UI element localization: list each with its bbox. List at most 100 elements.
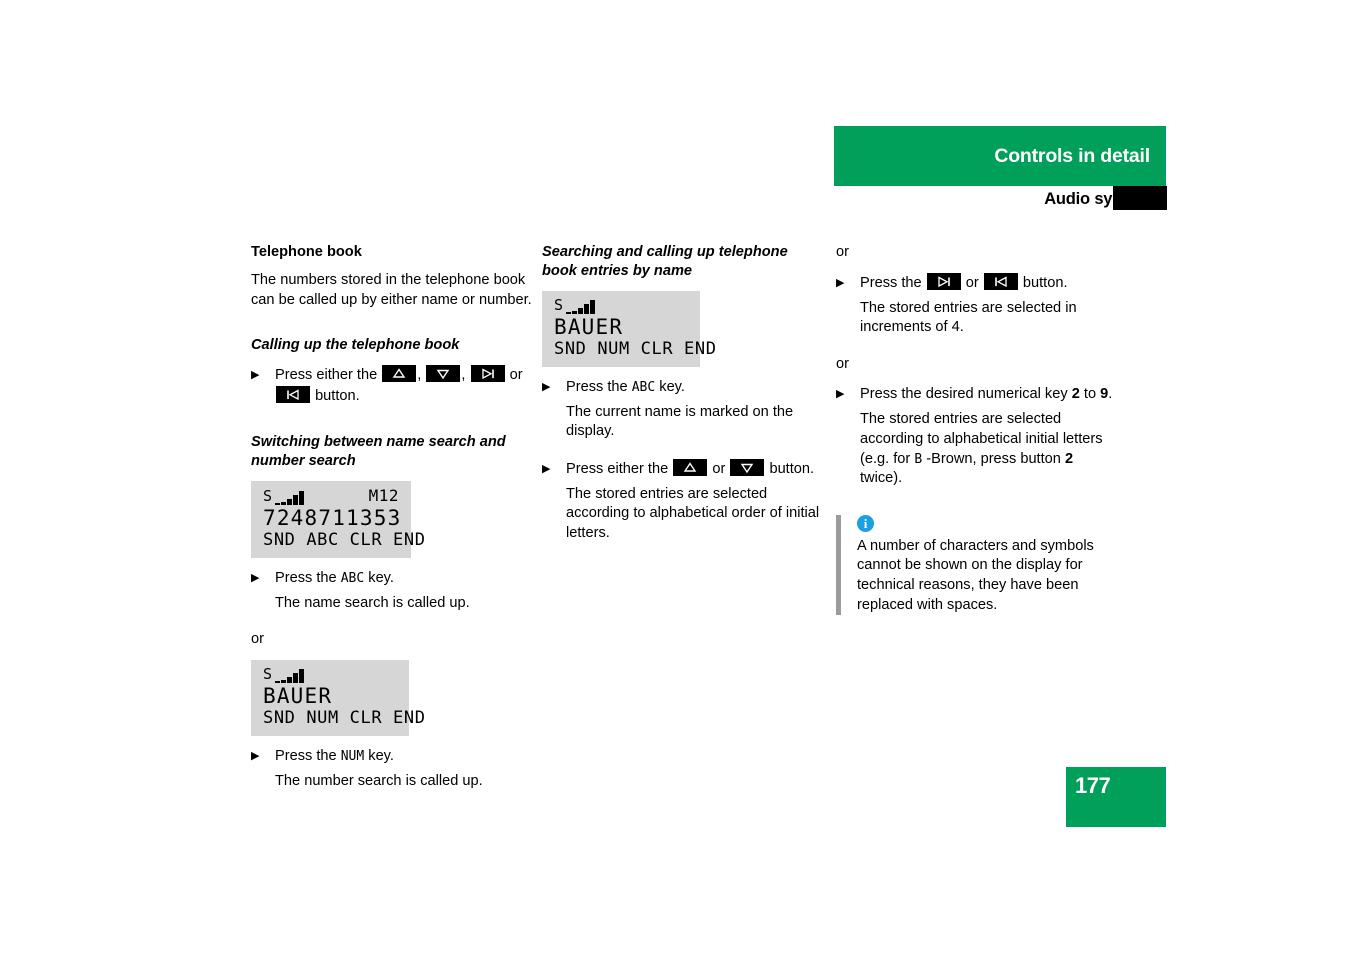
step-text-post: key. xyxy=(659,378,685,395)
info-note: i A number of characters and symbols can… xyxy=(836,514,1118,616)
step-press-abc-key: ▶ Press the ABC key. xyxy=(542,377,824,398)
step-text-pre: Press either the xyxy=(566,460,669,477)
down-arrow-button-icon[interactable] xyxy=(426,365,461,383)
num-key-label: NUM xyxy=(340,748,365,764)
up-arrow-button-icon[interactable] xyxy=(382,365,417,383)
numeric-key-two: 2 xyxy=(1064,450,1074,467)
step-text-post: key. xyxy=(368,569,394,586)
step-text: Press either the , , or button. xyxy=(275,365,533,407)
section-title-telephone-book: Telephone book xyxy=(251,244,362,260)
letter-b-lcd-label: B xyxy=(914,451,923,467)
down-arrow-button-icon[interactable] xyxy=(730,458,765,476)
numeric-key-from: 2 xyxy=(1071,386,1080,403)
header-subtitle-row: Audio system xyxy=(834,186,1167,212)
result-text-part3: twice). xyxy=(860,470,903,487)
subsection-switching-name-number-search: Switching between name search and number… xyxy=(251,434,506,470)
lcd-softkey-row: SND NUM CLR END xyxy=(554,338,717,359)
step-text: Press the NUM key. xyxy=(275,746,533,767)
lcd-status-row: S xyxy=(263,666,397,683)
note-body: i A number of characters and symbols can… xyxy=(857,514,1118,615)
step-text-post: button. xyxy=(769,460,815,477)
skip-forward-button-icon[interactable] xyxy=(926,272,961,290)
result-increments-of-four: The stored entries are selected in incre… xyxy=(860,299,1077,336)
lcd-softkey-row: SND NUM CLR END xyxy=(263,707,426,728)
comma-2: , xyxy=(461,367,466,384)
step-text-pre: Press either the xyxy=(275,367,378,384)
page-header: Controls in detail Audio system xyxy=(834,126,1167,212)
bullet-arrow-icon: ▶ xyxy=(542,380,551,393)
step-text: Press the or button. xyxy=(860,272,1118,294)
telephone-book-intro: The numbers stored in the telephone book… xyxy=(251,272,532,308)
step-text-pre: Press the desired numerical key xyxy=(860,386,1068,403)
step-text: Press either the or button. xyxy=(566,458,824,480)
signal-strength-icon: S xyxy=(263,488,304,505)
result-name-search: The name search is called up. xyxy=(275,594,470,611)
lcd-number-value: 7248711353 xyxy=(263,505,402,530)
lcd-memory-label: M12 xyxy=(368,486,399,506)
step-text-pre: Press the xyxy=(566,378,628,395)
column-right: or ▶ Press the or button. The stored ent… xyxy=(836,243,1118,616)
step-text: Press the ABC key. xyxy=(275,568,533,589)
skip-back-button-icon[interactable] xyxy=(276,386,310,404)
column-left: Telephone book The numbers stored in the… xyxy=(251,243,533,791)
lcd-display-number-search: S M12 7248711353 SND ABC CLR END xyxy=(251,481,426,558)
lcd-display-name-entry: S BAUER SND NUM CLR END xyxy=(542,291,717,367)
bullet-arrow-icon: ▶ xyxy=(251,749,260,762)
step-text-post: key. xyxy=(368,747,394,764)
subsection-searching-by-name: Searching and calling up telephone book … xyxy=(542,244,788,279)
bullet-arrow-icon: ▶ xyxy=(542,462,551,475)
or-separator-2: or xyxy=(836,355,849,372)
skip-back-button-icon[interactable] xyxy=(983,272,1018,290)
step-text-or: or xyxy=(965,274,979,291)
or-separator-1: or xyxy=(836,244,849,260)
step-text-post: button. xyxy=(315,388,360,405)
step-press-up-down: ▶ Press either the or button. xyxy=(542,458,824,480)
result-current-name-marked: The current name is marked on the displa… xyxy=(566,403,794,440)
comma-1: , xyxy=(417,367,422,384)
skip-forward-button-icon[interactable] xyxy=(470,365,505,383)
signal-strength-icon: S xyxy=(554,297,595,314)
step-text-post: button. xyxy=(1022,274,1068,291)
step-text-or: or xyxy=(712,460,726,477)
subsection-calling-up-telephone-book: Calling up the telephone book xyxy=(251,337,460,354)
bullet-arrow-icon: ▶ xyxy=(836,388,845,401)
step-text-pre: Press the xyxy=(275,747,337,764)
abc-key-label: ABC xyxy=(631,379,656,395)
or-separator-1: or xyxy=(251,631,264,648)
step-text-to: to xyxy=(1083,386,1097,403)
step-text-period: . xyxy=(1108,386,1113,403)
result-alphabetical-order: The stored entries are selected accordin… xyxy=(566,485,820,542)
lcd-status-row: S M12 xyxy=(263,486,399,506)
step-text: Press the desired numerical key 2 to 9. xyxy=(860,384,1118,405)
chapter-thumb-tab xyxy=(1113,186,1167,210)
header-green-band: Controls in detail xyxy=(834,126,1166,186)
result-text-part2: -Brown, press button xyxy=(926,450,1061,467)
lcd-name-value: BAUER xyxy=(554,314,624,339)
result-number-search: The number search is called up. xyxy=(275,772,483,789)
lcd-softkey-row: SND ABC CLR END xyxy=(263,530,426,551)
step-text: Press the ABC key. xyxy=(566,377,824,398)
step-press-nav-buttons: ▶ Press either the , , or button. xyxy=(251,365,533,407)
column-middle: Searching and calling up telephone book … xyxy=(542,243,824,544)
note-text: A number of characters and symbols canno… xyxy=(857,537,1094,613)
bullet-arrow-icon: ▶ xyxy=(251,571,260,584)
lcd-name-value: BAUER xyxy=(263,683,333,708)
lcd-status-row: S xyxy=(554,297,688,314)
result-alphabetical-initial-letters: The stored entries are selected accordin… xyxy=(836,410,1118,488)
signal-strength-icon: S xyxy=(263,666,304,683)
step-text-or: or xyxy=(509,367,523,384)
step-press-num-key: ▶ Press the NUM key. xyxy=(251,746,533,767)
info-icon: i xyxy=(857,514,874,532)
step-text-pre: Press the xyxy=(275,569,337,586)
note-side-bar xyxy=(836,514,841,616)
step-press-abc-key: ▶ Press the ABC key. xyxy=(251,568,533,589)
abc-key-label: ABC xyxy=(340,570,365,586)
step-text-pre: Press the xyxy=(860,274,922,291)
lcd-display-name-search: S BAUER SND NUM CLR END xyxy=(251,660,426,736)
up-arrow-button-icon[interactable] xyxy=(673,458,708,476)
bullet-arrow-icon: ▶ xyxy=(836,276,845,289)
page-number: 177 xyxy=(1075,773,1111,798)
step-press-skip-buttons: ▶ Press the or button. xyxy=(836,272,1118,294)
bullet-arrow-icon: ▶ xyxy=(251,369,260,382)
page-number-block: 177 xyxy=(1066,767,1166,827)
